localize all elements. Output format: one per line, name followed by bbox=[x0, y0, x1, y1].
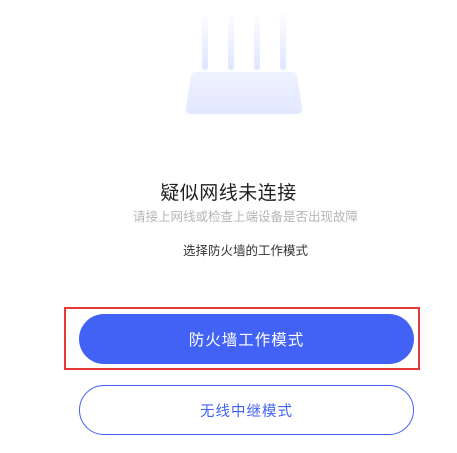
status-subtitle: 请接上网线或检查上端设备是否出现故障 bbox=[132, 209, 358, 224]
wireless-repeater-mode-label: 无线中继模式 bbox=[200, 403, 293, 420]
mode-instruction: 选择防火墙的工作模式 bbox=[182, 243, 308, 258]
firewall-mode-button[interactable]: 防火墙工作模式 bbox=[79, 314, 414, 364]
router-icon bbox=[185, 10, 303, 114]
status-title: 疑似网线未连接 bbox=[160, 182, 297, 204]
firewall-mode-label: 防火墙工作模式 bbox=[188, 331, 305, 349]
wireless-repeater-mode-button[interactable]: 无线中继模式 bbox=[79, 385, 414, 435]
